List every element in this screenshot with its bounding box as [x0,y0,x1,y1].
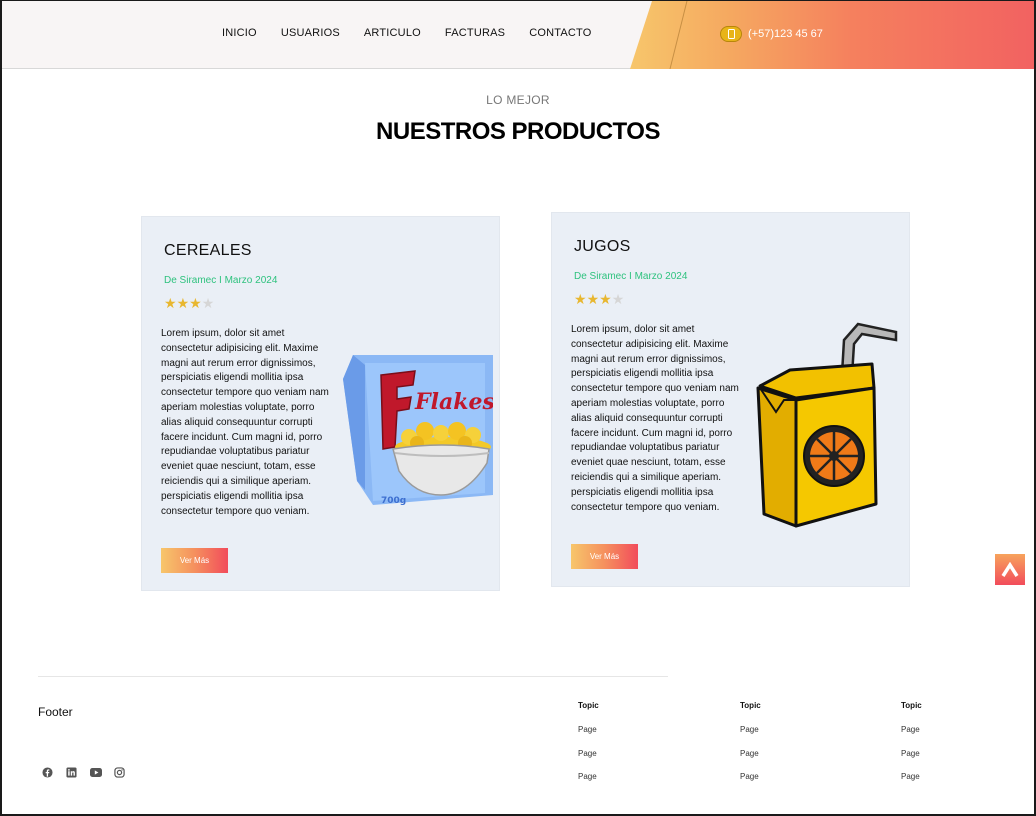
site-header: INICIO USUARIOS ARTICULO FACTURAS CONTAC… [2,1,1034,69]
main-nav: INICIO USUARIOS ARTICULO FACTURAS CONTAC… [222,27,592,39]
footer-link[interactable]: Page [578,772,599,796]
nav-item-inicio[interactable]: INICIO [222,27,257,39]
cereal-box-image: Flakes 700g [343,355,493,506]
star-icon: ★ [176,295,190,311]
nav-item-articulo[interactable]: ARTICULO [364,27,421,39]
youtube-icon[interactable] [89,766,102,779]
phone-number: (+57)123 45 67 [748,28,823,40]
section-title: NUESTROS PRODUCTOS [376,118,660,145]
section-eyebrow: LO MEJOR [486,93,550,107]
footer-column-3: Topic Page Page Page [901,701,922,796]
product-card-cereales: CEREALES De Siramec I Marzo 2024 ★★★★ Lo… [141,216,500,591]
footer-link[interactable]: Page [740,749,761,773]
footer-column-1: Topic Page Page Page [578,701,599,796]
nav-item-usuarios[interactable]: USUARIOS [281,27,340,39]
phone-contact[interactable]: (+57)123 45 67 [720,26,823,42]
star-icon: ★ [574,291,587,307]
linkedin-icon[interactable] [65,766,78,779]
social-links [41,766,126,779]
footer-link[interactable]: Page [740,725,761,749]
footer-link[interactable]: Page [901,772,922,796]
footer-title: Footer [38,705,73,719]
footer-link[interactable]: Page [578,725,599,749]
footer-topic: Topic [740,701,761,710]
cereal-brand-text: Flakes [414,389,493,415]
star-icon: ★ [164,295,177,311]
footer-divider [38,676,668,677]
product-byline: De Siramec I Marzo 2024 [164,275,278,286]
star-icon: ★ [189,295,202,311]
footer-topic: Topic [578,701,599,710]
star-icon: ★ [599,291,612,307]
product-description: Lorem ipsum, dolor sit amet consectetur … [571,324,739,513]
product-description: Lorem ipsum, dolor sit amet consectetur … [161,328,329,517]
footer-link[interactable]: Page [578,749,599,773]
instagram-icon[interactable] [113,766,126,779]
cereal-weight-text: 700g [381,496,406,506]
facebook-icon[interactable] [41,766,54,779]
footer-link[interactable]: Page [740,772,761,796]
ver-mas-button[interactable]: Ver Más [161,548,228,573]
rating-stars: ★★★★ [164,295,214,312]
header-gradient-band [630,1,1034,69]
back-to-top-button[interactable] [995,554,1025,585]
ver-mas-button[interactable]: Ver Más [571,544,638,569]
product-title: JUGOS [574,238,631,255]
rating-stars: ★★★★ [574,291,624,308]
star-icon: ★ [586,291,600,307]
product-byline: De Siramec I Marzo 2024 [574,271,688,282]
footer-link[interactable]: Page [901,725,922,749]
footer-link[interactable]: Page [901,749,922,773]
star-empty-icon: ★ [201,295,215,311]
arrow-up-icon [1001,561,1019,577]
phone-icon [720,26,742,42]
star-empty-icon: ★ [611,291,625,307]
juice-box-image [756,322,898,528]
product-card-jugos: JUGOS De Siramec I Marzo 2024 ★★★★ Lorem… [551,212,910,587]
nav-item-facturas[interactable]: FACTURAS [445,27,505,39]
footer-column-2: Topic Page Page Page [740,701,761,796]
footer-topic: Topic [901,701,922,710]
product-title: CEREALES [164,242,252,259]
nav-item-contacto[interactable]: CONTACTO [529,27,591,39]
